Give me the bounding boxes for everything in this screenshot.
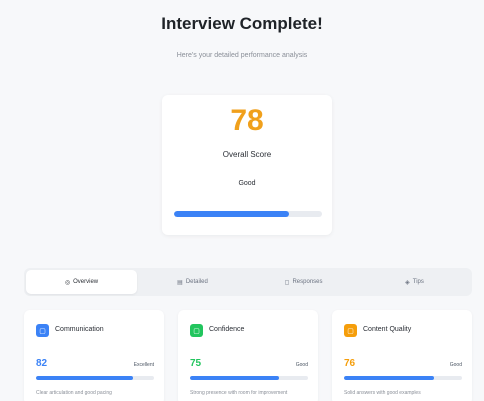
detailed-icon: ▤ [177, 279, 183, 286]
overview-icon: ◎ [64, 279, 71, 286]
tab-detailed[interactable]: ▤ Detailed [137, 270, 248, 294]
tab-tips[interactable]: ◈ Tips [359, 270, 470, 294]
confidence-icon: ▢ [190, 324, 203, 337]
results-tabs: ◎ Overview ▤ Detailed ◻ Responses ◈ Tips [24, 268, 472, 296]
metric-value: 75 [190, 358, 202, 369]
page-subtitle: Here's your detailed performance analysi… [176, 52, 308, 59]
metric-title: Confidence [209, 326, 245, 333]
content-icon: ▢ [344, 324, 357, 337]
tab-detailed-label: Detailed [185, 279, 208, 285]
tab-overview-label: Overview [73, 279, 99, 285]
overall-score-progress-fill [174, 211, 290, 217]
overall-score-card: 78 Overall Score Good [162, 95, 332, 235]
metric-progress-fill [190, 376, 279, 380]
metric-progress [344, 376, 462, 380]
overall-score-rating: Good [238, 180, 256, 187]
metric-progress [190, 376, 308, 380]
metric-progress-fill [36, 376, 133, 380]
tab-overview[interactable]: ◎ Overview [26, 270, 137, 294]
tips-icon: ◈ [405, 279, 410, 286]
metric-card-confidence: ▢ Confidence 75 Good Strong presence wit… [178, 310, 318, 401]
tab-tips-label: Tips [412, 279, 424, 285]
metric-description: Solid answers with good examples [344, 390, 421, 396]
page-title: Interview Complete! [161, 14, 323, 33]
overall-score-value: 78 [230, 104, 264, 137]
overall-score-label: Overall Score [222, 150, 272, 159]
chat-icon: ▢ [36, 324, 49, 337]
metric-card-communication: ▢ Communication 82 Excellent Clear artic… [24, 310, 164, 401]
tab-responses[interactable]: ◻ Responses [248, 270, 359, 294]
metric-rating: Excellent [133, 362, 154, 368]
metric-progress [36, 376, 154, 380]
metric-title: Content Quality [363, 326, 412, 333]
overall-score-progress [174, 211, 322, 217]
metric-rating: Good [295, 362, 308, 368]
metric-value: 76 [344, 358, 356, 369]
metric-title: Communication [55, 326, 104, 333]
metric-rating: Good [449, 362, 462, 368]
responses-icon: ◻ [284, 279, 290, 286]
metric-progress-fill [344, 376, 434, 380]
metric-description: Clear articulation and good pacing [36, 390, 112, 396]
metric-value: 82 [36, 358, 48, 369]
tab-responses-label: Responses [292, 279, 323, 285]
metric-description: Strong presence with room for improvemen… [190, 390, 288, 396]
metric-card-content-quality: ▢ Content Quality 76 Good Solid answers … [332, 310, 472, 401]
